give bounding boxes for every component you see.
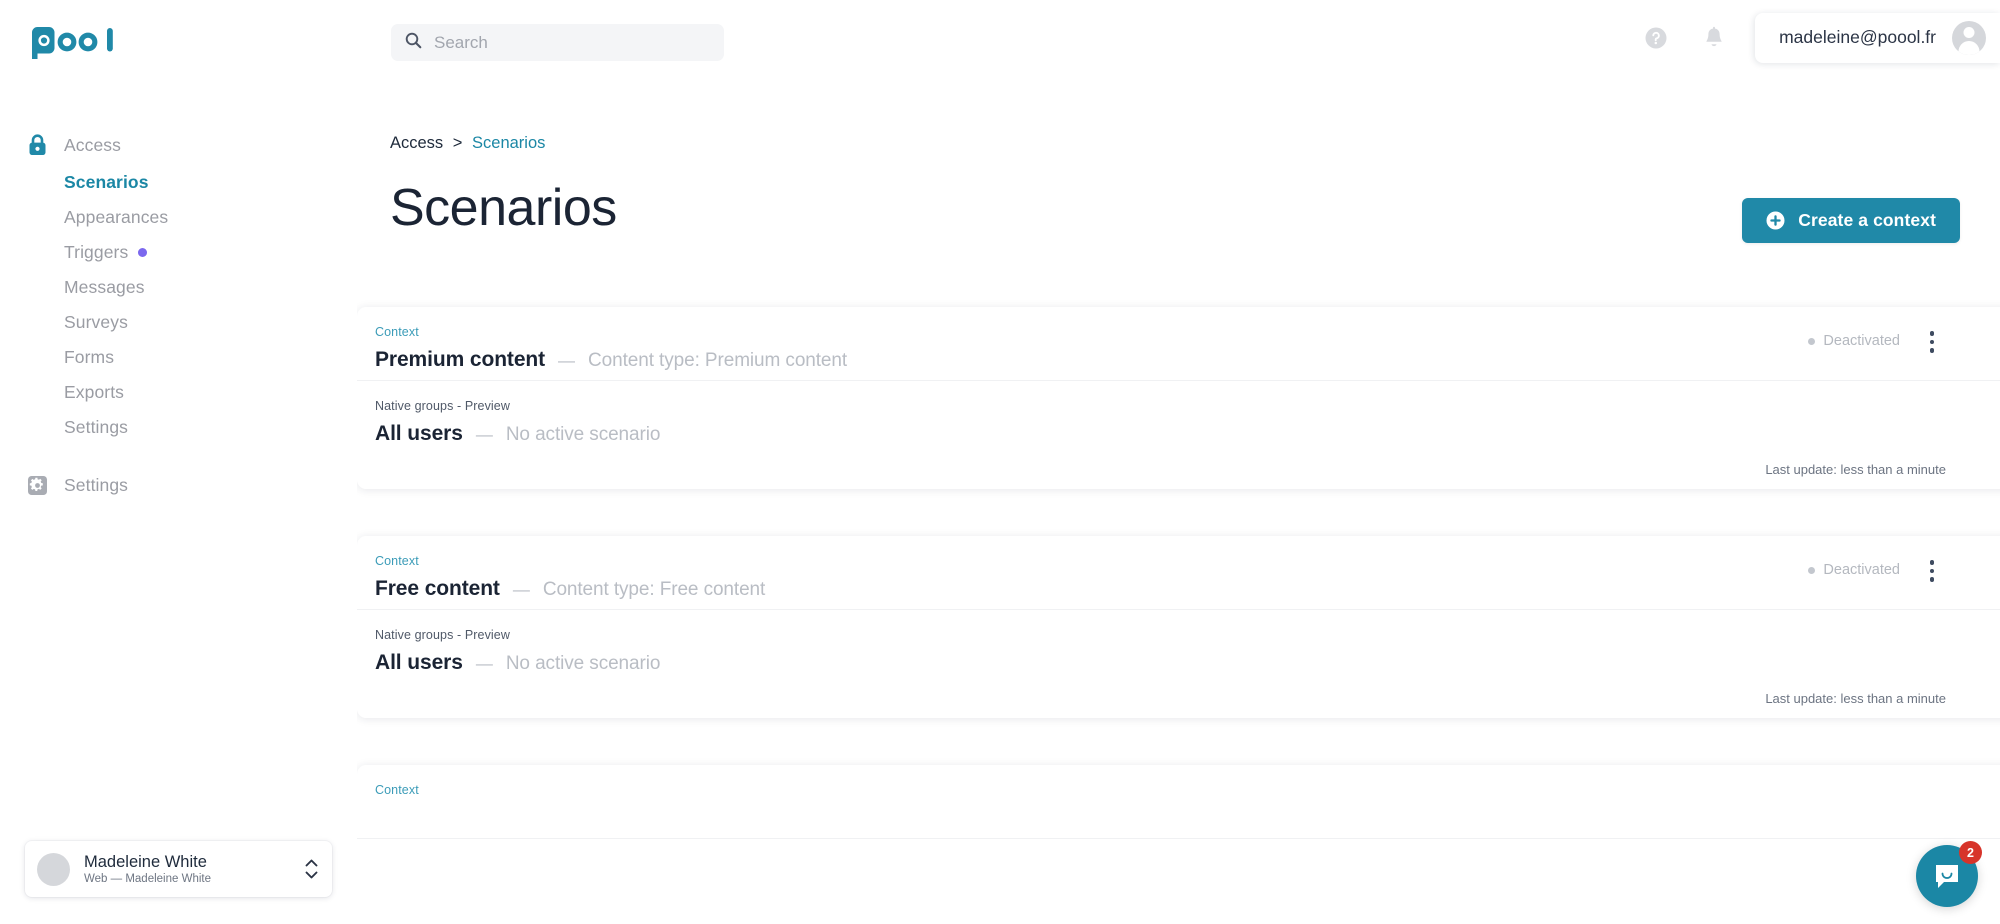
lock-icon	[26, 134, 48, 156]
sidebar-item-surveys-label: Surveys	[64, 312, 128, 332]
more-dot	[1929, 560, 1935, 565]
sidebar-item-access-settings-label: Settings	[64, 417, 129, 437]
triggers-notification-dot-icon	[138, 248, 148, 257]
group-description: No active scenario	[505, 424, 661, 445]
page-title: Scenarios	[390, 179, 617, 237]
context-card-dash: —	[512, 580, 530, 599]
sidebar-user-subtitle: Web — Madeleine White	[84, 873, 211, 886]
sidebar-subitems-access: Scenarios Appearances Triggers Messages …	[0, 165, 357, 445]
status-dot-icon	[1808, 566, 1816, 574]
context-card-header: Context Premium content — Content type: …	[357, 307, 2000, 381]
breadcrumb: Access > Scenarios	[390, 134, 545, 153]
plus-circle-icon	[1766, 211, 1785, 230]
sidebar-item-messages-label: Messages	[64, 277, 145, 297]
more-dot	[1929, 577, 1935, 582]
group-dash: —	[475, 654, 493, 673]
breadcrumb-separator: >	[452, 134, 463, 152]
app-root: Access Scenarios Appearances Triggers Me…	[0, 0, 2000, 924]
context-card-footer: Last update: less than a minute	[1765, 691, 1946, 706]
sidebar-item-access[interactable]: Access	[0, 128, 357, 162]
context-card-dash: —	[558, 351, 576, 370]
chat-bubble-icon	[1936, 865, 1958, 888]
sidebar-item-forms[interactable]: Forms	[0, 340, 357, 375]
sidebar-item-scenarios-label: Scenarios	[64, 172, 149, 192]
context-card[interactable]: Context Free content — Content type: Fre…	[357, 536, 2000, 718]
status-badge: Deactivated	[1808, 333, 1900, 349]
chat-widget-button[interactable]: 2	[1916, 841, 1982, 907]
sidebar-item-appearances-label: Appearances	[64, 207, 169, 227]
status-badge-label: Deactivated	[1823, 562, 1900, 578]
context-card-group: Native groups - Preview All users — No a…	[357, 381, 2000, 461]
more-dot	[1929, 331, 1935, 336]
sidebar-item-forms-label: Forms	[64, 347, 115, 367]
sidebar-item-scenarios[interactable]: Scenarios	[0, 165, 357, 200]
more-vertical-icon[interactable]	[1918, 325, 1946, 359]
context-card-description: Content type: Premium content	[588, 350, 848, 371]
context-card-label: Context	[375, 325, 419, 339]
context-card[interactable]: Context	[357, 765, 2000, 924]
sidebar-item-access-label: Access	[64, 134, 122, 155]
group-label: Native groups - Preview	[375, 628, 510, 642]
sidebar-item-settings[interactable]: Settings	[0, 468, 357, 502]
sidebar-item-triggers[interactable]: Triggers	[0, 235, 357, 270]
chat-unread-badge: 2	[1959, 841, 1982, 864]
create-a-context-button[interactable]: Create a context	[1742, 198, 1960, 243]
chevron-up-down-icon[interactable]	[305, 859, 318, 879]
status-badge: Deactivated	[1808, 562, 1900, 578]
main-content: Access > Scenarios Scenarios Create a co…	[357, 0, 2000, 924]
group-label: Native groups - Preview	[375, 399, 510, 413]
group-title: All users	[375, 422, 463, 445]
create-a-context-label: Create a context	[1798, 210, 1936, 230]
poool-logo-icon	[32, 27, 113, 59]
sidebar-item-messages[interactable]: Messages	[0, 270, 357, 305]
context-card-header: Context	[357, 765, 2000, 839]
context-card-label: Context	[375, 783, 419, 797]
more-dot	[1929, 348, 1935, 353]
breadcrumb-item-access[interactable]: Access	[390, 134, 443, 152]
sidebar-section-access: Access Scenarios Appearances Triggers Me…	[0, 128, 357, 445]
sidebar-item-surveys[interactable]: Surveys	[0, 305, 357, 340]
group-dash: —	[475, 425, 493, 444]
context-card-footer: Last update: less than a minute	[1765, 462, 1946, 477]
more-vertical-icon[interactable]	[1918, 554, 1946, 588]
context-card-description: Content type: Free content	[542, 579, 766, 600]
avatar	[37, 852, 70, 886]
gear-icon	[26, 474, 48, 496]
breadcrumb-item-scenarios[interactable]: Scenarios	[472, 134, 545, 152]
sidebar-user-card[interactable]: Madeleine White Web — Madeleine White	[25, 841, 332, 897]
context-card-title-line: Premium content — Content type: Premium …	[375, 348, 2000, 372]
group-description: No active scenario	[505, 653, 661, 674]
group-title-line: All users — No active scenario	[375, 422, 2000, 446]
sidebar-item-exports-label: Exports	[64, 382, 125, 402]
context-card-title: Free content	[375, 577, 500, 600]
sidebar-item-triggers-label: Triggers	[64, 242, 129, 262]
context-card-label: Context	[375, 554, 419, 568]
more-dot	[1929, 339, 1935, 345]
status-dot-icon	[1808, 337, 1816, 345]
sidebar-user-text: Madeleine White Web — Madeleine White	[84, 853, 305, 886]
sidebar-item-appearances[interactable]: Appearances	[0, 200, 357, 235]
sidebar-user-name: Madeleine White	[84, 852, 207, 871]
sidebar-item-access-settings[interactable]: Settings	[0, 410, 357, 445]
more-dot	[1929, 568, 1935, 574]
sidebar: Access Scenarios Appearances Triggers Me…	[0, 0, 357, 924]
context-card-title: Premium content	[375, 348, 546, 371]
context-card-header: Context Free content — Content type: Fre…	[357, 536, 2000, 610]
context-card-title-line: Free content — Content type: Free conten…	[375, 577, 2000, 601]
status-badge-label: Deactivated	[1823, 333, 1900, 349]
context-card[interactable]: Context Premium content — Content type: …	[357, 307, 2000, 489]
poool-logo[interactable]	[30, 23, 118, 63]
context-card-group: Native groups - Preview All users — No a…	[357, 610, 2000, 690]
group-title-line: All users — No active scenario	[375, 651, 2000, 675]
group-title: All users	[375, 651, 463, 674]
sidebar-item-settings-label: Settings	[64, 474, 129, 495]
sidebar-section-settings: Settings	[0, 468, 357, 502]
sidebar-item-exports[interactable]: Exports	[0, 375, 357, 410]
